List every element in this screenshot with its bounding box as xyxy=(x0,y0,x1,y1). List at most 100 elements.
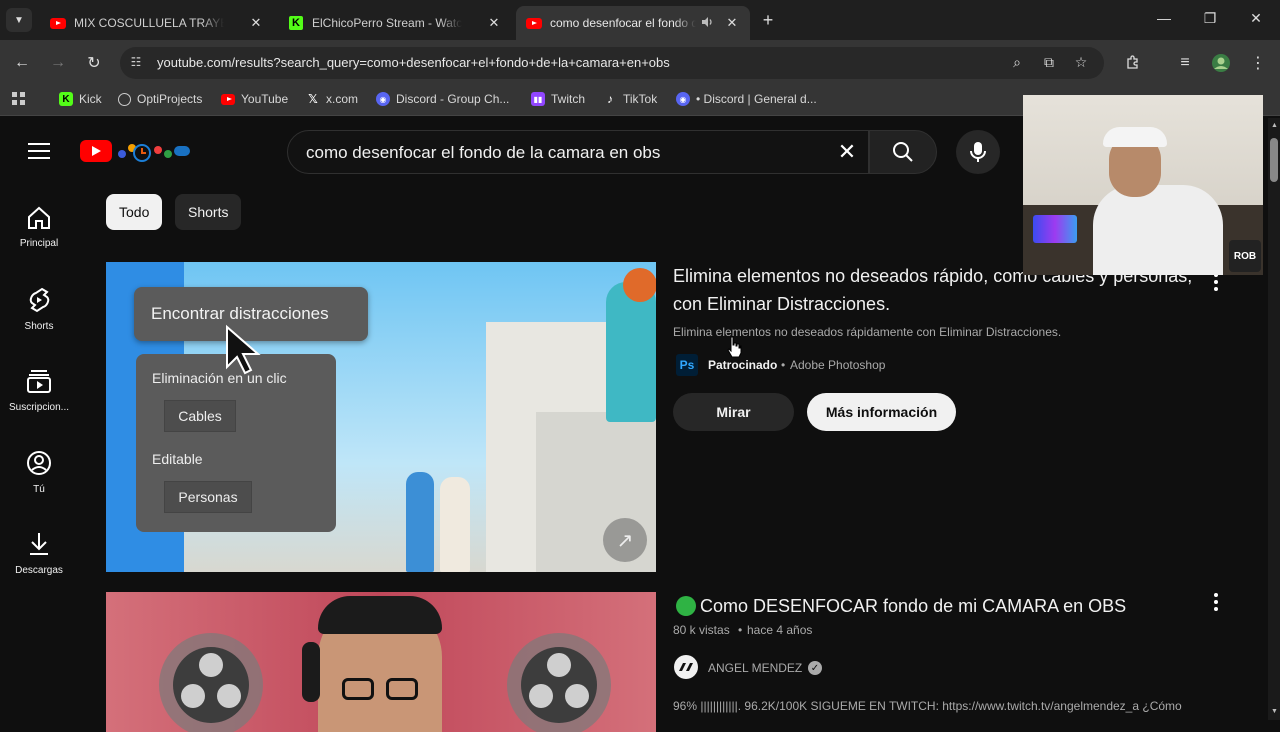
tab-search-button[interactable]: ▼ xyxy=(6,8,32,32)
sidebar-item-shorts[interactable]: Shorts xyxy=(0,287,78,332)
more-options-icon[interactable] xyxy=(1213,273,1219,291)
close-window-icon[interactable]: ✕ xyxy=(1246,10,1266,27)
extensions-icon[interactable] xyxy=(1122,52,1144,74)
bookmark-tiktok[interactable]: ♪ TikTok xyxy=(603,92,657,106)
x-icon: 𝕏 xyxy=(308,92,318,106)
tab-active-search[interactable]: como desenfocar el fondo de la camara ✕ xyxy=(516,6,750,40)
more-info-button[interactable]: Más información xyxy=(807,393,956,431)
speaker-icon[interactable] xyxy=(700,15,716,32)
bookmark-star-icon[interactable]: ☆ xyxy=(1072,54,1090,71)
sidebar-item-you[interactable]: Tú xyxy=(0,450,78,495)
clear-search-icon[interactable]: ✕ xyxy=(834,139,860,165)
reload-button[interactable]: ↻ xyxy=(83,52,105,74)
separator-dot: • xyxy=(738,623,743,637)
channel-avatar[interactable] xyxy=(674,655,698,679)
profile-avatar[interactable] xyxy=(1210,52,1232,74)
glasses xyxy=(386,678,418,700)
address-bar[interactable]: ☷ youtube.com/results?search_query=como+… xyxy=(120,47,1104,79)
sidebar-label: Tú xyxy=(33,484,45,495)
restore-icon[interactable]: ❐ xyxy=(1200,10,1220,27)
close-tab-icon[interactable]: ✕ xyxy=(486,15,502,31)
scrollbar-thumb[interactable] xyxy=(1270,138,1278,182)
video-thumbnail[interactable] xyxy=(106,592,656,732)
search-input[interactable]: como desenfocar el fondo de la camara en… xyxy=(287,130,869,174)
zoom-icon[interactable]: ⌕ xyxy=(1008,54,1026,71)
streamer-body xyxy=(1093,185,1223,275)
page-scrollbar[interactable]: ▲ ▼ xyxy=(1268,118,1280,720)
more-options-icon[interactable] xyxy=(1213,593,1219,611)
separator-dot: • xyxy=(781,358,786,372)
chip-todo[interactable]: Todo xyxy=(106,194,163,230)
obs-logo-icon xyxy=(507,633,611,732)
scroll-down-icon[interactable]: ▼ xyxy=(1271,708,1278,715)
watch-button[interactable]: Mirar xyxy=(673,393,794,431)
back-button[interactable]: ← xyxy=(11,52,33,74)
close-tab-icon[interactable]: ✕ xyxy=(724,15,740,31)
kick-icon: K xyxy=(288,15,304,31)
apps-grid-icon[interactable] xyxy=(12,92,26,106)
adobe-photoshop-logo[interactable]: Ps xyxy=(676,354,698,376)
home-icon xyxy=(28,206,50,229)
host-hair xyxy=(318,596,442,634)
video-description: 96% ||||||||||||. 96.2K/100K SIGUEME EN … xyxy=(673,699,1182,713)
tab-elchicoperro[interactable]: K ElChicoPerro Stream - Watch Live ✕ xyxy=(278,6,512,40)
site-settings-icon[interactable]: ☷ xyxy=(128,55,144,71)
download-icon xyxy=(30,533,48,555)
sidebar-label: Suscripcion... xyxy=(8,402,70,413)
person-walking xyxy=(440,477,470,572)
shorts-icon xyxy=(29,287,50,313)
people-option: Personas xyxy=(164,481,252,513)
chevron-down-icon: ▼ xyxy=(14,14,24,26)
bookmark-kick[interactable]: K Kick xyxy=(59,92,102,106)
advertiser-name[interactable]: Adobe Photoshop xyxy=(790,358,885,372)
bookmark-label: TikTok xyxy=(623,92,658,106)
sidebar-item-subscriptions[interactable]: Suscripcion... xyxy=(0,368,78,413)
sponsored-label: Patrocinado xyxy=(708,358,778,372)
tab-title: como desenfocar el fondo de la camara xyxy=(550,16,696,30)
rgb-keyboard xyxy=(1033,215,1077,243)
ad-thumbnail[interactable]: Encontrar distracciones Eliminación en u… xyxy=(106,262,656,572)
search-query-text[interactable]: como desenfocar el fondo de la camara en… xyxy=(306,143,660,163)
bookmark-discord-group[interactable]: ◉ Discord - Group Ch... xyxy=(376,92,509,106)
close-tab-icon[interactable]: ✕ xyxy=(248,15,264,31)
sidebar-item-home[interactable]: Principal xyxy=(0,206,78,249)
tab-title: ElChicoPerro Stream - Watch Live xyxy=(312,16,462,30)
bookmark-x[interactable]: 𝕏 x.com xyxy=(306,92,358,106)
pointer-arrow-icon xyxy=(226,324,261,375)
search-button[interactable] xyxy=(869,130,937,174)
forward-button[interactable]: → xyxy=(47,52,69,74)
minimize-icon[interactable]: — xyxy=(1154,10,1174,26)
sidebar-label: Principal xyxy=(19,238,59,249)
one-click-label: Eliminación en un clic xyxy=(152,370,287,386)
tab-mix-cosculluela[interactable]: MIX COSCULLUELA TRAYECTORIA ✕ xyxy=(40,6,274,40)
hand-cursor-icon xyxy=(727,336,742,358)
external-link-icon[interactable]: ↗ xyxy=(603,518,647,562)
chip-shorts[interactable]: Shorts xyxy=(175,194,242,230)
tiktok-icon: ♪ xyxy=(607,92,613,106)
bookmark-youtube[interactable]: YouTube xyxy=(221,92,288,106)
voice-search-button[interactable] xyxy=(956,130,1000,174)
youtube-icon xyxy=(526,15,542,31)
verified-badge-icon: ✓ xyxy=(808,661,822,675)
kick-icon: K xyxy=(59,92,73,106)
sidebar-item-downloads[interactable]: Descargas xyxy=(0,531,78,576)
twitch-icon: ▮▮ xyxy=(531,92,545,106)
scroll-up-icon[interactable]: ▲ xyxy=(1271,122,1278,129)
bookmark-label: Kick xyxy=(79,92,102,106)
youtube-logo[interactable] xyxy=(80,138,192,164)
new-tab-button[interactable]: + xyxy=(758,10,778,31)
options-panel: Eliminación en un clic Cables Editable P… xyxy=(136,354,336,532)
url-text[interactable]: youtube.com/results?search_query=como+de… xyxy=(157,55,670,70)
you-icon xyxy=(27,451,51,475)
bookmark-optiprojects[interactable]: OptiProjects xyxy=(118,92,202,106)
streamer-cap xyxy=(1103,127,1167,147)
media-control-icon[interactable]: ≡ xyxy=(1174,52,1196,74)
hamburger-menu-icon[interactable] xyxy=(28,143,50,159)
menu-icon[interactable]: ⋮ xyxy=(1247,52,1269,74)
install-app-icon[interactable]: ⧉ xyxy=(1040,54,1058,71)
bookmark-twitch[interactable]: ▮▮ Twitch xyxy=(531,92,585,106)
channel-name[interactable]: ANGEL MENDEZ xyxy=(708,661,802,675)
video-title[interactable]: Como DESENFOCAR fondo de mi CAMARA en OB… xyxy=(700,592,1126,620)
bookmark-label: OptiProjects xyxy=(137,92,203,106)
bookmark-discord-general[interactable]: ◉ • Discord | General d... xyxy=(676,92,817,106)
